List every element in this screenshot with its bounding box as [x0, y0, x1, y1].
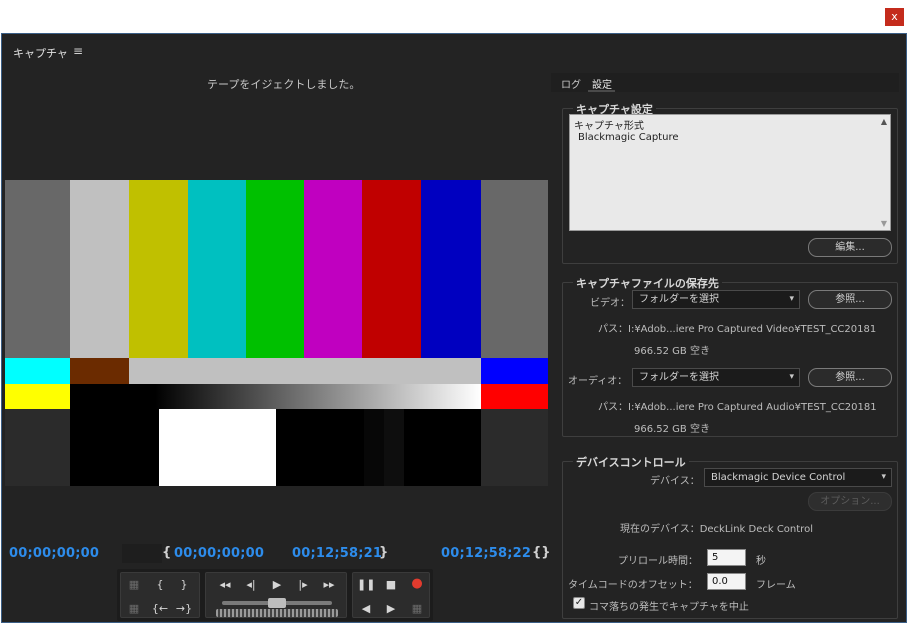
video-label: ビデオ： — [590, 298, 630, 309]
mark-group: ▦ { } ▦ {← →} — [120, 572, 200, 618]
bar-white — [70, 180, 129, 358]
close-button[interactable]: x — [885, 8, 904, 26]
step-back-icon[interactable]: ◂| — [242, 578, 260, 592]
timecode-gap — [122, 544, 162, 563]
goto-out-icon[interactable]: →} — [175, 602, 193, 616]
duration-icon: {} — [532, 545, 551, 560]
list-scrollbar[interactable]: ▲ ▼ — [876, 115, 890, 230]
bar-blue — [421, 180, 481, 358]
capture-panel: キャプチャ ≡ テープをイジェクトしました。 00;00;00;00 {00;… — [1, 33, 907, 623]
preroll-unit: 秒 — [756, 556, 766, 567]
preroll-field[interactable]: 5 — [707, 549, 746, 566]
video-preview — [5, 180, 548, 486]
shuttle-handle[interactable] — [268, 598, 286, 608]
audio-path: パス：I:¥Adob...iere Pro Captured Audio¥TES… — [598, 402, 877, 413]
chevron-down-icon: ▾ — [789, 372, 794, 382]
bar-red — [362, 180, 421, 358]
device-control-title: デバイスコントロール — [573, 454, 689, 470]
preroll-label: プリロール時間： — [618, 556, 698, 567]
in-brace-icon: { — [162, 545, 172, 560]
bar-green — [246, 180, 304, 358]
save-location-title: キャプチャファイルの保存先 — [573, 275, 722, 291]
slow-reverse-icon[interactable]: ◀ — [357, 602, 375, 616]
scroll-up-icon[interactable]: ▲ — [881, 117, 887, 126]
goto-in-icon[interactable]: {← — [151, 602, 169, 616]
clapper-dim-icon[interactable]: ▦ — [125, 602, 143, 616]
scene-search-icon[interactable]: ▦ — [408, 602, 426, 616]
current-device: 現在のデバイス：DeckLink Deck Control — [620, 524, 813, 535]
pluge-bars — [5, 409, 548, 486]
options-button[interactable]: オプション... — [808, 492, 892, 511]
video-browse-button[interactable]: 参照... — [808, 290, 892, 309]
device-dropdown[interactable]: Blackmagic Device Control ▾ — [704, 468, 892, 487]
out-point-timecode[interactable]: 00;12;58;21 — [292, 546, 382, 561]
bar-magenta — [304, 180, 362, 358]
audio-free-space: 966.52 GB 空き — [634, 424, 710, 435]
bar-cyan — [188, 180, 246, 358]
audio-browse-button[interactable]: 参照... — [808, 368, 892, 387]
pause-icon[interactable]: ❚❚ — [357, 578, 375, 592]
video-folder-value: フォルダーを選択 — [639, 294, 719, 305]
title-bar: x — [0, 0, 908, 33]
right-pane-tabs: ログ 設定 — [551, 73, 899, 92]
capture-format-label: キャプチャ形式 — [574, 121, 644, 132]
color-bars-mid — [5, 358, 548, 384]
shuttle-slider[interactable] — [222, 598, 332, 608]
clapper-icon[interactable]: ▦ — [125, 578, 143, 592]
video-path: パス：I:¥Adob...iere Pro Captured Video¥TES… — [598, 324, 877, 335]
video-folder-dropdown[interactable]: フォルダーを選択 ▾ — [632, 290, 800, 309]
capture-settings-list[interactable]: キャプチャ形式 Blackmagic Capture ▲ ▼ — [569, 114, 891, 231]
gradient-ramp — [5, 384, 548, 409]
status-text: テープをイジェクトしました。 — [207, 78, 361, 91]
device-label: デバイス： — [650, 476, 700, 487]
record-icon[interactable]: ● — [408, 577, 426, 591]
bar-yellow — [129, 180, 188, 358]
window-bottom-margin — [0, 623, 908, 629]
play-icon[interactable]: ▶ — [268, 578, 286, 592]
step-forward-icon[interactable]: |▸ — [294, 578, 312, 592]
edit-button[interactable]: 編集... — [808, 238, 892, 257]
color-bars-top — [5, 180, 548, 358]
playback-group: ◂◂ ◂| ▶ |▸ ▸▸ — [205, 572, 347, 618]
in-point-timecode[interactable]: 00;00;00;00 — [174, 546, 264, 561]
bar-gray-left — [5, 180, 70, 358]
rewind-icon[interactable]: ◂◂ — [216, 578, 234, 592]
out-brace-icon: } — [379, 545, 389, 560]
record-group: ❚❚ ■ ● ◀ ▶ ▦ — [352, 572, 430, 618]
fast-forward-icon[interactable]: ▸▸ — [320, 578, 338, 592]
tab-settings[interactable]: 設定 — [592, 76, 612, 91]
hamburger-menu-icon[interactable]: ≡ — [73, 44, 83, 58]
set-in-icon[interactable]: { — [151, 578, 169, 592]
video-free-space: 966.52 GB 空き — [634, 346, 710, 357]
scroll-down-icon[interactable]: ▼ — [881, 219, 887, 228]
bar-gray-right — [481, 180, 548, 358]
duration-timecode[interactable]: 00;12;58;22 — [441, 546, 531, 561]
abort-on-dropped-frames-checkbox[interactable]: ✓ — [573, 597, 585, 609]
audio-folder-value: フォルダーを選択 — [639, 372, 719, 383]
offset-field[interactable]: 0.0 — [707, 573, 746, 590]
offset-unit: フレーム — [756, 580, 796, 591]
active-tab-indicator — [588, 90, 615, 92]
current-timecode[interactable]: 00;00;00;00 — [9, 546, 99, 561]
device-value: Blackmagic Device Control — [711, 472, 846, 483]
chevron-down-icon: ▾ — [789, 294, 794, 304]
tab-log[interactable]: ログ — [561, 76, 581, 91]
capture-format-value: Blackmagic Capture — [578, 132, 679, 143]
offset-label: タイムコードのオフセット： — [568, 580, 698, 591]
stop-icon[interactable]: ■ — [382, 578, 400, 592]
transport-controls: ▦ { } ▦ {← →} ◂◂ ◂| ▶ |▸ ▸▸ ❚❚ ■ ● ◀ ▶ ▦ — [117, 569, 433, 621]
audio-label: オーディオ： — [568, 376, 628, 387]
audio-folder-dropdown[interactable]: フォルダーを選択 ▾ — [632, 368, 800, 387]
abort-on-dropped-frames-label: コマ落ちの発生でキャプチャを中止 — [589, 602, 749, 613]
jog-wheel[interactable] — [216, 609, 338, 617]
set-out-icon[interactable]: } — [175, 578, 193, 592]
slow-play-icon[interactable]: ▶ — [382, 602, 400, 616]
panel-title: キャプチャ — [13, 47, 68, 60]
chevron-down-icon: ▾ — [881, 472, 886, 482]
